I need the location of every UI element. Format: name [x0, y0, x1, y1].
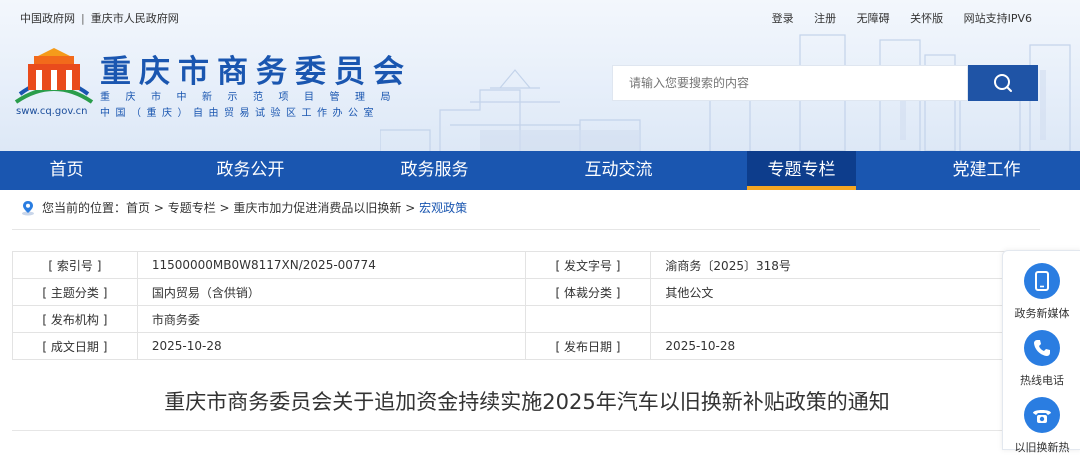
site-logo — [14, 48, 94, 104]
nav-home[interactable]: 首页 — [0, 151, 133, 190]
publish-date-label: [ 发布日期 ] — [524, 332, 652, 360]
empty-value — [650, 305, 1040, 333]
doc-number-value: 渝商务〔2025〕318号 — [650, 251, 1040, 279]
genre-category-label: [ 体裁分类 ] — [524, 278, 652, 306]
doc-number-label: [ 发文字号 ] — [524, 251, 652, 279]
publisher-label: [ 发布机构 ] — [12, 305, 138, 333]
nav-interaction[interactable]: 互动交流 — [552, 151, 685, 190]
register-link[interactable]: 注册 — [814, 12, 836, 25]
search-button[interactable] — [968, 65, 1038, 101]
written-date-value: 2025-10-28 — [136, 332, 526, 360]
nav-gov-affairs-open[interactable]: 政务公开 — [184, 151, 317, 190]
divider — [12, 430, 1040, 431]
hotline-icon — [1024, 397, 1060, 433]
breadcrumb-home[interactable]: 首页 — [126, 199, 150, 216]
breadcrumb: 您当前的位置： 首页 > 专题专栏 > 重庆市加力促进消费品以旧换新 > 宏观政… — [20, 199, 467, 216]
table-row: [ 成文日期 ] 2025-10-28 [ 发布日期 ] 2025-10-28 — [12, 332, 1040, 360]
breadcrumb-prefix: 您当前的位置： — [42, 201, 127, 215]
link-gov-cn[interactable]: 中国政府网 — [20, 12, 75, 25]
location-pin-icon — [22, 200, 34, 215]
care-mode-link[interactable]: 关怀版 — [910, 12, 943, 25]
index-number-label: [ 索引号 ] — [12, 251, 138, 279]
search-input[interactable] — [613, 66, 967, 100]
site-title: 重庆市商务委员会 — [100, 54, 412, 90]
breadcrumb-separator: > — [401, 200, 420, 215]
side-hotline-label: 热线电话 — [1020, 374, 1064, 387]
telephone-icon — [1024, 330, 1060, 366]
topic-category-value: 国内贸易（含供销） — [136, 278, 526, 306]
divider — [12, 229, 1040, 230]
written-date-label: [ 成文日期 ] — [12, 332, 138, 360]
publisher-value: 市商务委 — [136, 305, 526, 333]
table-row: [ 主题分类 ] 国内贸易（含供销） [ 体裁分类 ] 其他公文 — [12, 278, 1040, 306]
genre-category-value: 其他公文 — [650, 278, 1040, 306]
search-box — [612, 65, 968, 101]
breadcrumb-separator: > — [150, 200, 168, 215]
search-icon — [994, 74, 1012, 92]
login-link[interactable]: 登录 — [772, 12, 794, 25]
link-cq-gov[interactable]: 重庆市人民政府网 — [91, 12, 179, 25]
site-subtitle-1: 重庆市中新示范项目管理局 — [100, 92, 406, 103]
nav-party-building[interactable]: 党建工作 — [920, 151, 1053, 190]
empty-label — [524, 305, 652, 333]
top-separator: | — [81, 12, 85, 25]
side-hotline[interactable]: 热线电话 — [1003, 330, 1080, 388]
breadcrumb-special-topics[interactable]: 专题专栏 — [168, 199, 216, 216]
breadcrumb-macro-policy[interactable]: 宏观政策 — [419, 199, 467, 216]
phone-device-icon — [1024, 263, 1060, 299]
table-row: [ 索引号 ] 11500000MB0W8117XN/2025-00774 [ … — [12, 251, 1040, 279]
top-left-links: 中国政府网 | 重庆市人民政府网 — [20, 10, 179, 26]
breadcrumb-separator: > — [215, 200, 234, 215]
side-float-panel: 政务新媒体 热线电话 以旧换新热 — [1002, 250, 1080, 454]
side-new-media-label: 政务新媒体 — [1014, 307, 1070, 320]
ipv6-link[interactable]: 网站支持IPV6 — [964, 12, 1032, 25]
topic-category-label: [ 主题分类 ] — [12, 278, 138, 306]
side-trade-in-hotline[interactable]: 以旧换新热 — [1003, 397, 1080, 455]
document-info-table: [ 索引号 ] 11500000MB0W8117XN/2025-00774 [ … — [12, 251, 1040, 360]
main-nav: 首页 政务公开 政务服务 互动交流 专题专栏 党建工作 — [0, 151, 1080, 190]
index-number-value: 11500000MB0W8117XN/2025-00774 — [136, 251, 526, 279]
publish-date-value: 2025-10-28 — [650, 332, 1040, 360]
table-row: [ 发布机构 ] 市商务委 — [12, 305, 1040, 333]
side-trade-in-hotline-label: 以旧换新热 — [1014, 441, 1070, 454]
document-title: 重庆市商务委员会关于追加资金持续实施2025年汽车以旧换新补贴政策的通知 — [164, 390, 890, 414]
top-bar: 中国政府网 | 重庆市人民政府网 登录 注册 无障碍 关怀版 网站支持IPV6 — [0, 0, 1080, 34]
nav-special-topics[interactable]: 专题专栏 — [747, 151, 856, 190]
side-new-media[interactable]: 政务新媒体 — [1003, 263, 1080, 321]
accessibility-link[interactable]: 无障碍 — [857, 12, 890, 25]
site-subtitle-2: 中国（重庆）自由贸易试验区工作办公室 — [100, 108, 379, 119]
top-right-links: 登录 注册 无障碍 关怀版 网站支持IPV6 — [755, 10, 1032, 26]
site-domain: sww.cq.gov.cn — [16, 106, 88, 117]
nav-gov-services[interactable]: 政务服务 — [368, 151, 501, 190]
breadcrumb-trade-in[interactable]: 重庆市加力促进消费品以旧换新 — [233, 199, 401, 216]
